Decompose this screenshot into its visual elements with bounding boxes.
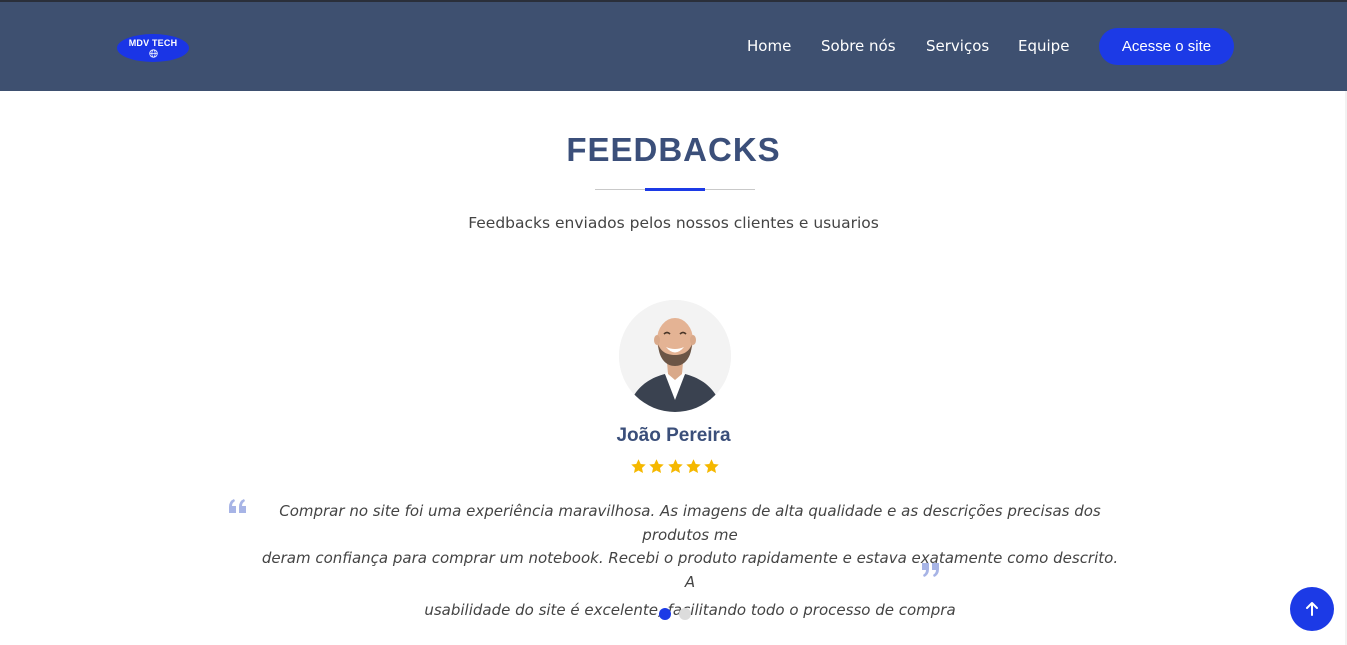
site-header: MDV TECH Home Sobre nós Serviços Equipe … — [0, 2, 1347, 91]
section-title: FEEDBACKS — [566, 131, 781, 168]
nav-sobre-nos[interactable]: Sobre nós — [821, 37, 896, 55]
avatar — [619, 300, 731, 412]
person-photo — [619, 300, 731, 412]
back-to-top-button[interactable] — [1290, 587, 1334, 631]
quote-line: deram confiança para comprar um notebook… — [261, 549, 1119, 591]
nav-equipe[interactable]: Equipe — [1018, 37, 1069, 55]
globe-icon — [148, 49, 158, 58]
star-icon — [631, 459, 646, 474]
arrow-up-icon — [1306, 602, 1318, 616]
carousel-dot-1[interactable] — [659, 608, 671, 620]
nav-servicos[interactable]: Serviços — [926, 37, 989, 55]
star-icon — [667, 459, 683, 474]
title-divider-accent — [645, 188, 705, 191]
section-subtitle: Feedbacks enviados pelos nossos clientes… — [468, 214, 879, 232]
carousel-dot-2[interactable] — [679, 608, 691, 620]
star-icon — [704, 459, 719, 474]
nav-home[interactable]: Home — [747, 37, 791, 55]
logo-text: MDV TECH — [128, 38, 178, 48]
testimonial-quote: Comprar no site foi uma experiência mara… — [255, 500, 1125, 623]
star-icon — [686, 459, 701, 474]
site-logo[interactable]: MDV TECH — [117, 34, 189, 62]
access-site-button[interactable]: Acesse o site — [1099, 28, 1234, 65]
close-quote-icon — [922, 563, 939, 577]
star-rating — [630, 458, 720, 476]
open-quote-icon — [229, 499, 246, 513]
quote-line: Comprar no site foi uma experiência mara… — [279, 502, 1101, 544]
star-icon — [649, 459, 664, 474]
reviewer-name: João Pereira — [616, 425, 731, 446]
